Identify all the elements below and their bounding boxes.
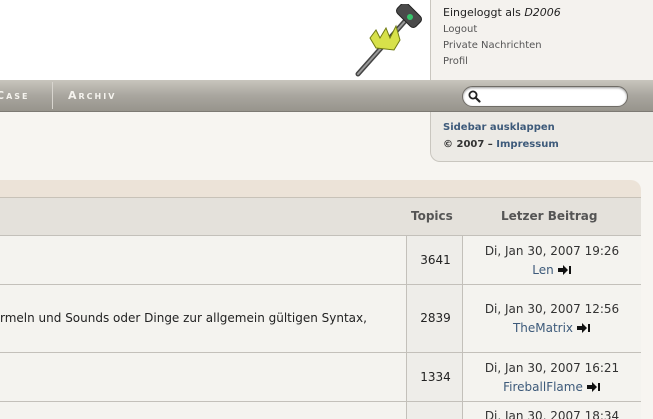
header-last-post: Letzer Beitrag bbox=[501, 209, 598, 223]
table-top-bar bbox=[0, 180, 641, 198]
logged-in-label: Eingeloggt als bbox=[443, 6, 521, 19]
profile-link[interactable]: Profil bbox=[443, 56, 468, 67]
hammer-crown-logo[interactable] bbox=[352, 4, 428, 80]
search-icon bbox=[468, 90, 481, 103]
logged-in-status: Eingeloggt als D2006 bbox=[443, 6, 561, 19]
nav-separator bbox=[52, 82, 53, 109]
last-post-date: Di, Jan 30, 2007 12:56 bbox=[484, 302, 620, 316]
impressum-link[interactable]: Impressum bbox=[496, 139, 558, 150]
forum-description: rmeln und Sounds oder Dinge zur allgemei… bbox=[0, 311, 367, 325]
last-post-user: Len bbox=[463, 263, 641, 277]
logout-link[interactable]: Logout bbox=[443, 24, 477, 35]
table-row: 3641 Di, Jan 30, 2007 19:26 Len bbox=[0, 236, 641, 285]
search-input[interactable] bbox=[485, 89, 623, 104]
last-post-user-link[interactable]: FireballFlame bbox=[503, 380, 583, 394]
topics-count: 3641 bbox=[420, 253, 451, 267]
nav-item-archiv[interactable]: Archiv bbox=[68, 89, 116, 102]
arrow-go-icon[interactable] bbox=[586, 382, 601, 392]
user-box: Eingeloggt als D2006 Logout Private Nach… bbox=[430, 0, 653, 80]
last-post-user-link[interactable]: Len bbox=[532, 263, 553, 277]
topics-count: 2839 bbox=[420, 311, 451, 325]
sidebar-box: Sidebar ausklappen © 2007 – Impressum bbox=[430, 112, 653, 162]
table-row: rmeln und Sounds oder Dinge zur allgemei… bbox=[0, 285, 641, 353]
arrow-go-icon[interactable] bbox=[557, 265, 572, 275]
last-post-date: Di, Jan 30, 2007 18:34 bbox=[484, 409, 620, 419]
header-topics: Topics bbox=[411, 209, 453, 223]
topics-cell: 3641 bbox=[406, 236, 463, 284]
username[interactable]: D2006 bbox=[524, 6, 560, 19]
search-box[interactable] bbox=[462, 86, 628, 107]
topics-count: 1334 bbox=[420, 370, 451, 384]
topics-cell bbox=[406, 402, 463, 419]
table-row: 1334 Di, Jan 30, 2007 16:21 FireballFlam… bbox=[0, 353, 641, 402]
last-post-user-link[interactable]: TheMatrix bbox=[513, 321, 573, 335]
topics-cell: 2839 bbox=[406, 285, 463, 352]
arrow-go-icon[interactable] bbox=[577, 323, 591, 333]
nav-item-case[interactable]: Case bbox=[0, 89, 30, 102]
nav-bar: Case Archiv bbox=[0, 80, 653, 112]
last-post-date: Di, Jan 30, 2007 16:21 bbox=[484, 361, 620, 375]
site-header bbox=[0, 0, 430, 80]
copyright-text: © 2007 – bbox=[443, 139, 493, 150]
copyright-line: © 2007 – Impressum bbox=[443, 139, 559, 150]
last-post-user: TheMatrix bbox=[463, 321, 641, 335]
table-row: Di, Jan 30, 2007 18:34 bbox=[0, 402, 641, 419]
sidebar-toggle-link[interactable]: Sidebar ausklappen bbox=[443, 122, 555, 133]
topics-cell: 1334 bbox=[406, 353, 463, 401]
private-messages-link[interactable]: Private Nachrichten bbox=[443, 40, 542, 51]
table-header: Topics Letzer Beitrag bbox=[0, 198, 641, 236]
last-post-date: Di, Jan 30, 2007 19:26 bbox=[484, 244, 620, 258]
last-post-user: FireballFlame bbox=[463, 380, 641, 394]
